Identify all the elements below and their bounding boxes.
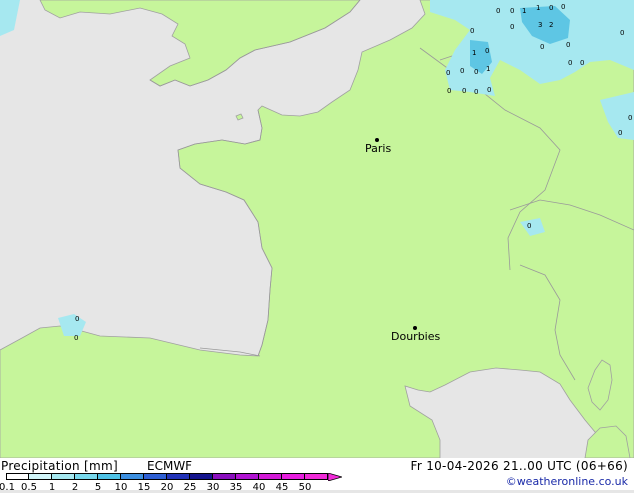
precip-value: 0	[446, 69, 451, 77]
colorbar-swatch	[167, 473, 190, 480]
precip-value: 0	[487, 86, 492, 94]
precip-value: 1	[472, 49, 477, 57]
precip-value: 0	[566, 41, 571, 49]
precip-value: 0	[75, 315, 80, 323]
precip-value: 0	[510, 7, 515, 15]
colorbar-swatch	[75, 473, 98, 480]
precip-value: 1	[522, 7, 527, 15]
colorbar-tick-label: 5	[94, 482, 102, 493]
city-label-paris: Paris	[365, 142, 392, 155]
precip-value: 0	[620, 29, 625, 37]
precip-value: 0	[580, 59, 585, 67]
colorbar-swatch	[236, 473, 259, 480]
colorbar-swatch	[121, 473, 144, 480]
colorbar-swatch	[144, 473, 167, 480]
colorbar-swatch	[29, 473, 52, 480]
precip-value: 0	[628, 114, 633, 122]
precip-value: 0	[510, 23, 515, 31]
colorbar-swatch	[213, 473, 236, 480]
legend-footer: Precipitation [mm] ECMWF Fr 10-04-2026 2…	[0, 458, 634, 493]
colorbar-tick-label: 1	[48, 482, 56, 493]
precip-value: 0	[470, 27, 475, 35]
precip-colorbar: 0.1 0.5 1 2 5 10 15 20 25 30 35 40 45 50	[0, 473, 342, 493]
colorbar-swatch	[305, 473, 328, 480]
colorbar-swatch	[52, 473, 75, 480]
colorbar-tick-label: 35	[229, 482, 243, 493]
colorbar-tick-label: 20	[160, 482, 174, 493]
precip-value: 0	[74, 334, 79, 342]
colorbar-tick-label: 0.5	[21, 482, 37, 493]
colorbar-tick-label: 2	[71, 482, 79, 493]
copyright-link[interactable]: ©weatheronline.co.uk	[506, 475, 628, 488]
colorbar-tick-label: 10	[114, 482, 128, 493]
colorbar-swatch	[6, 473, 29, 480]
precip-value: 0	[568, 59, 573, 67]
precip-value: 0	[561, 3, 566, 11]
precip-value: 0	[527, 222, 532, 230]
precip-value: 0	[474, 88, 479, 96]
colorbar-tick-label: 40	[252, 482, 266, 493]
precip-value: 0	[460, 67, 465, 75]
colorbar-tick-label: 30	[206, 482, 220, 493]
precip-value: 0	[618, 129, 623, 137]
precip-value: 0	[474, 68, 479, 76]
precip-value: 1	[536, 4, 541, 12]
legend-title: Precipitation [mm]	[1, 459, 118, 473]
colorbar-tick-label: 50	[298, 482, 312, 493]
map-viewport: Paris Dourbies 0 0 1 1 0 0 3 2 0 0 0 1 0…	[0, 0, 634, 493]
precip-value: 3	[538, 21, 543, 29]
precip-value: 0	[447, 87, 452, 95]
precip-value: 0	[549, 4, 554, 12]
precip-value: 1	[486, 65, 491, 73]
colorbar-arrow-icon	[328, 473, 342, 481]
city-label-dourbies: Dourbies	[391, 330, 441, 343]
precipitation-map	[0, 0, 634, 458]
colorbar-swatch	[259, 473, 282, 480]
colorbar-tick-label: 15	[137, 482, 151, 493]
model-name: ECMWF	[147, 459, 193, 473]
colorbar-tick-label: 45	[275, 482, 289, 493]
colorbar-tick-label: 0.1	[0, 482, 15, 493]
colorbar-swatch	[190, 473, 213, 480]
colorbar-swatch	[98, 473, 121, 480]
precip-value: 0	[496, 7, 501, 15]
precip-value: 0	[485, 47, 490, 55]
precip-value: 0	[462, 87, 467, 95]
precip-value: 0	[540, 43, 545, 51]
precip-value: 2	[549, 21, 554, 29]
colorbar-swatch	[282, 473, 305, 480]
colorbar-tick-label: 25	[183, 482, 197, 493]
valid-time: Fr 10-04-2026 21..00 UTC (06+66)	[410, 459, 628, 473]
